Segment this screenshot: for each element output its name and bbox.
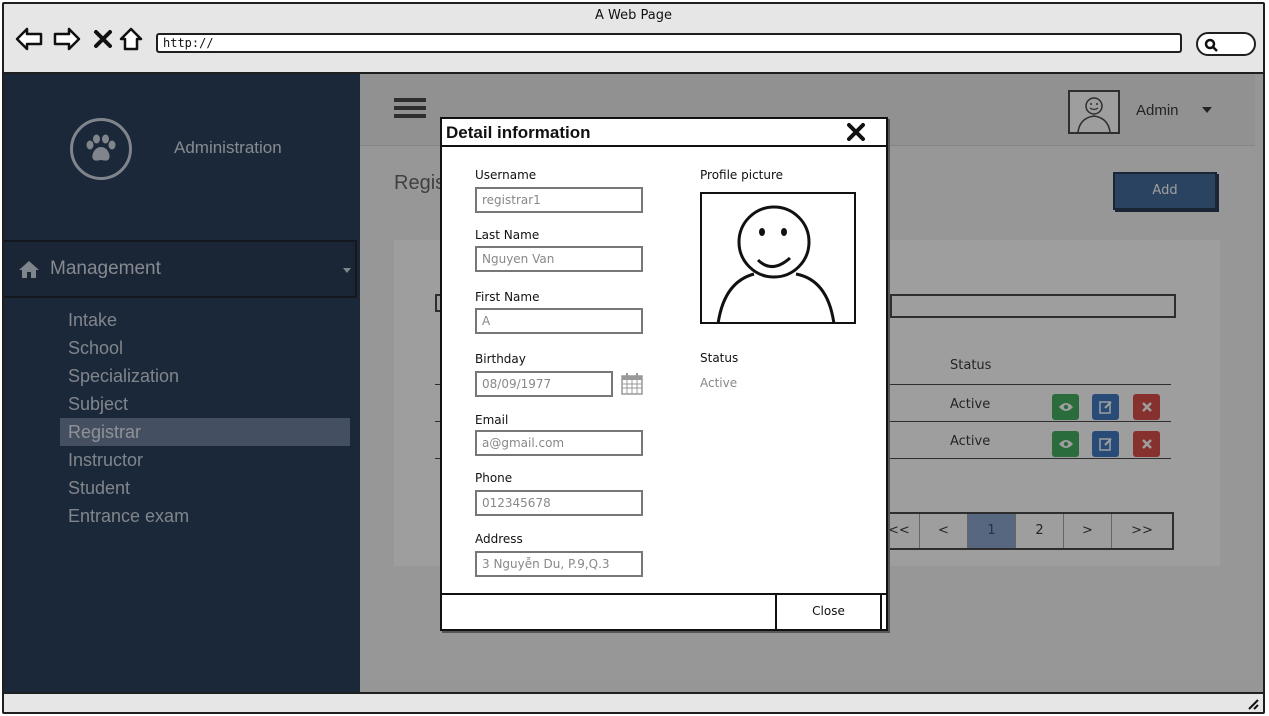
- modal-footer: Close: [442, 593, 886, 629]
- username-label: Username: [475, 168, 537, 182]
- birthday-label: Birthday: [475, 352, 526, 366]
- phone-field[interactable]: 012345678: [475, 490, 643, 516]
- first-name-field[interactable]: A: [475, 308, 643, 334]
- status-value: Active: [700, 376, 738, 390]
- url-input[interactable]: http://: [156, 33, 1182, 53]
- back-arrow-icon[interactable]: [14, 24, 44, 54]
- email-label: Email: [475, 413, 509, 427]
- calendar-icon[interactable]: [620, 372, 644, 396]
- forward-arrow-icon[interactable]: [52, 24, 82, 54]
- profile-picture: [700, 192, 856, 324]
- browser-search-button[interactable]: [1196, 32, 1256, 56]
- magnifier-icon: [1204, 38, 1218, 52]
- user-portrait-icon: [716, 205, 836, 322]
- last-name-field[interactable]: Nguyen Van: [475, 246, 643, 272]
- detail-modal: Detail information Username registrar1 L…: [440, 117, 888, 631]
- browser-titlebar: A Web Page http://: [4, 4, 1263, 74]
- modal-header: Detail information: [442, 119, 886, 147]
- modal-title: Detail information: [446, 123, 591, 142]
- address-field[interactable]: 3 Nguyễn Du, P.9,Q.3: [475, 551, 643, 577]
- phone-label: Phone: [475, 471, 513, 485]
- first-name-label: First Name: [475, 290, 540, 304]
- resize-grip-icon[interactable]: [1245, 698, 1259, 710]
- last-name-label: Last Name: [475, 228, 540, 242]
- username-field[interactable]: registrar1: [475, 187, 643, 213]
- stop-close-icon[interactable]: [88, 24, 118, 54]
- birthday-field[interactable]: 08/09/1977: [475, 371, 613, 397]
- browser-status-bar: [4, 692, 1263, 712]
- window-title: A Web Page: [595, 8, 672, 23]
- home-icon[interactable]: [116, 24, 146, 54]
- close-button[interactable]: Close: [775, 595, 882, 629]
- address-label: Address: [475, 532, 523, 546]
- close-icon[interactable]: [846, 122, 866, 142]
- status-label: Status: [700, 351, 739, 365]
- email-field[interactable]: a@gmail.com: [475, 430, 643, 456]
- profile-picture-label: Profile picture: [700, 168, 784, 182]
